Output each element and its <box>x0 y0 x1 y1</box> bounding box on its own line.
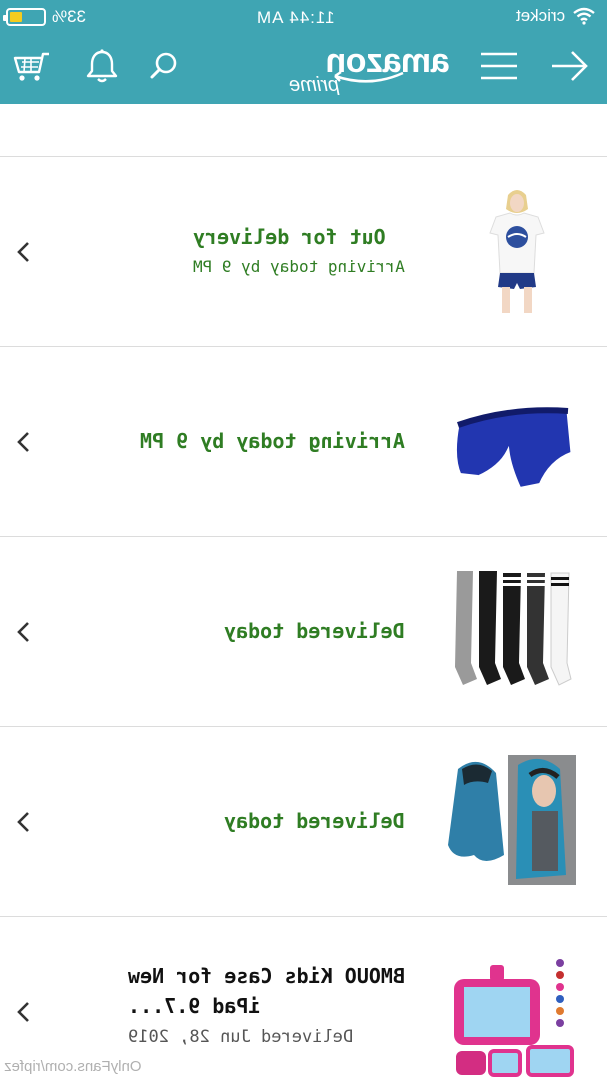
amazon-prime-logo[interactable]: amazon prime <box>285 40 450 98</box>
chevron-left-icon <box>17 432 29 452</box>
chevron-left-icon <box>17 622 29 642</box>
nasa-tshirt-image <box>489 190 545 313</box>
battery-indicator: 33% <box>3 7 87 27</box>
chevron-left-icon <box>17 812 29 832</box>
back-button[interactable] <box>548 44 592 88</box>
carrier-indicator: cricket <box>516 6 595 26</box>
blue-wig-image <box>448 755 576 885</box>
battery-icon <box>3 8 46 26</box>
order-status: Arriving today by 9 PM <box>140 429 405 453</box>
list-top-spacer <box>0 104 607 157</box>
search-icon <box>150 52 177 79</box>
chevron-left-icon <box>17 1002 29 1022</box>
blue-shorts-image <box>453 407 574 491</box>
order-list: Out for delivery Arriving today by 9 PM … <box>0 104 607 1080</box>
product-title-line1: BMOUO Kids Case for New <box>128 964 405 988</box>
bell-icon <box>86 49 118 83</box>
cart-button[interactable] <box>10 44 54 88</box>
watermark: OnlyFans.com/ripfez <box>4 1058 142 1075</box>
order-row[interactable]: Out for delivery Arriving today by 9 PM <box>0 157 607 347</box>
order-status: Delivered today <box>224 619 405 643</box>
logo-prime: prime <box>289 74 340 96</box>
menu-button[interactable] <box>477 44 521 88</box>
search-button[interactable] <box>142 44 186 88</box>
product-title-line2: iPad 9.7... <box>128 994 261 1018</box>
cart-icon <box>13 52 49 81</box>
notifications-button[interactable] <box>80 44 124 88</box>
pink-ipad-case-image <box>454 959 574 1077</box>
app-header: amazon prime <box>0 34 607 104</box>
thigh-high-socks-image <box>455 571 572 686</box>
order-detail: Arriving today by 9 PM <box>193 257 405 276</box>
wifi-icon <box>573 7 595 25</box>
carrier-name: cricket <box>515 6 565 25</box>
battery-percent: 33% <box>52 7 87 26</box>
order-status: Out for delivery <box>193 225 386 249</box>
chevron-left-icon <box>17 242 29 262</box>
arrow-back-icon <box>552 51 588 81</box>
order-status: Delivered today <box>224 809 405 833</box>
order-row[interactable]: BMOUO Kids Case for New iPad 9.7... Deli… <box>0 917 607 1080</box>
order-row[interactable]: Arriving today by 9 PM <box>0 347 607 537</box>
clock-time: 11:44 AM <box>256 8 335 27</box>
order-detail: Delivered Jun 28, 2019 <box>128 1027 354 1047</box>
menu-icon <box>481 52 517 80</box>
order-row[interactable]: Delivered today <box>0 727 607 917</box>
order-row[interactable]: Delivered today <box>0 537 607 727</box>
status-bar: 33% 11:44 AM cricket <box>0 0 607 34</box>
